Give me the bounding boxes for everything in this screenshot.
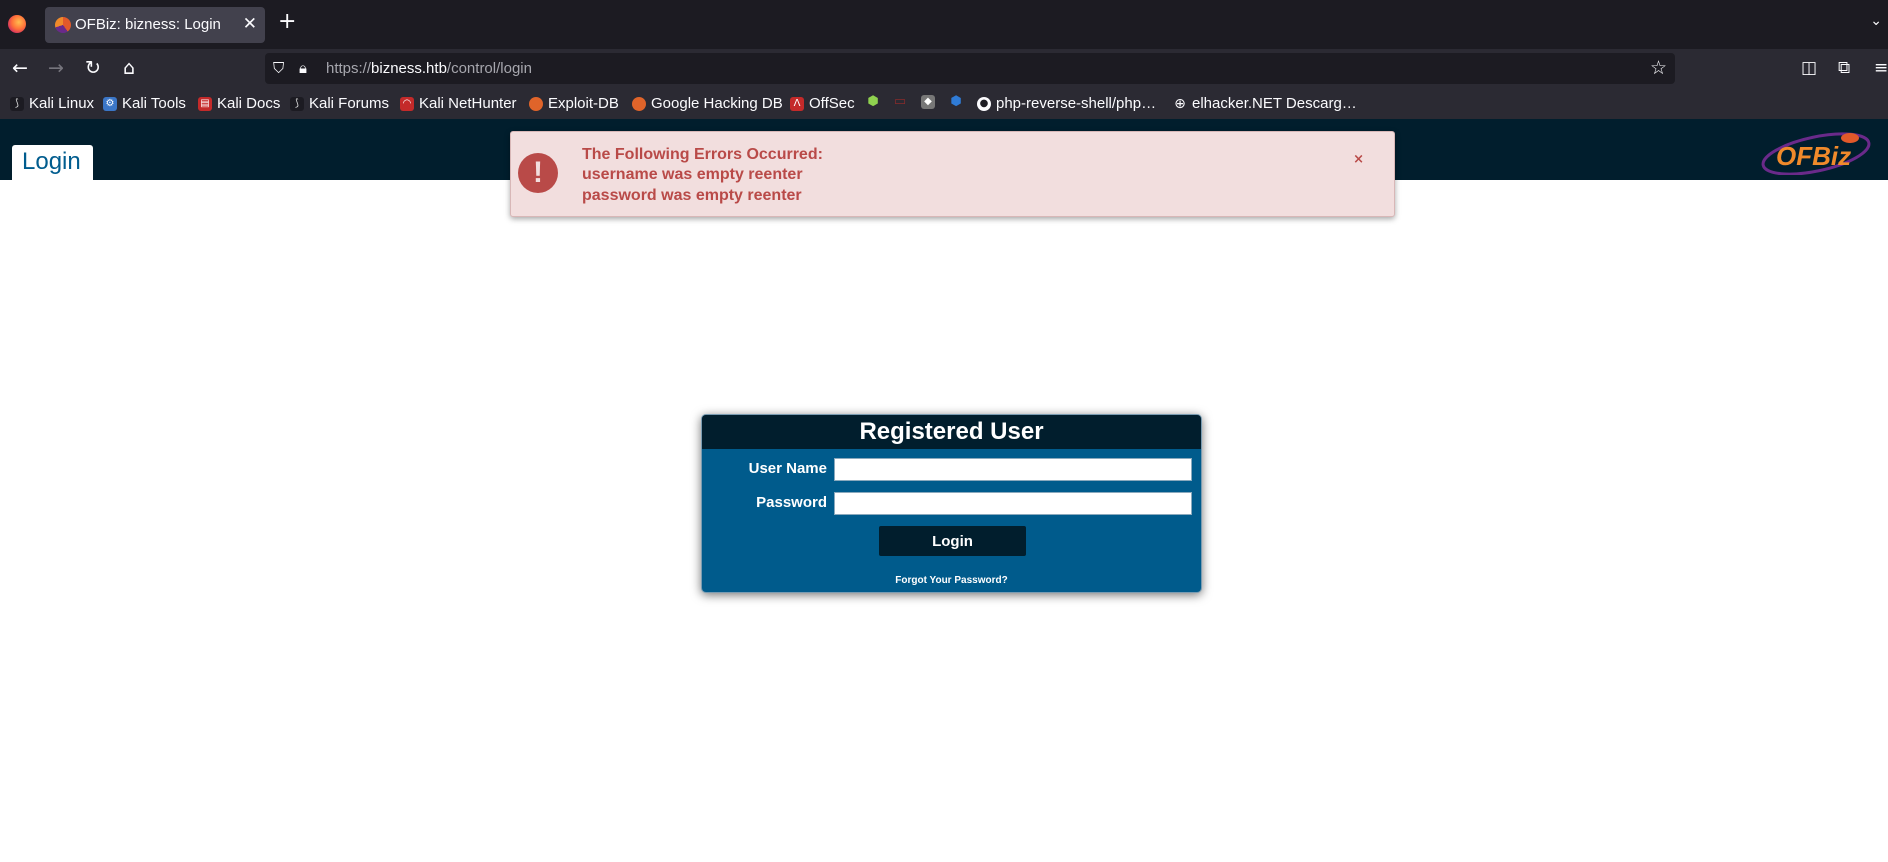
bookmark-kali-forums[interactable]: ⟆ Kali Forums — [290, 95, 389, 112]
exclamation-icon: ! — [518, 153, 558, 193]
bookmark-kali-linux[interactable]: ⟆ Kali Linux — [10, 95, 94, 112]
globe-icon: ⊕ — [1174, 95, 1186, 112]
error-alert: ! The Following Errors Occurred: usernam… — [510, 131, 1395, 217]
tab-list-chevron-icon[interactable]: ⌄ — [1870, 13, 1882, 29]
home-icon[interactable]: ⌂ — [117, 57, 141, 79]
bookmark-google-hacking-db[interactable]: Google Hacking DB — [632, 95, 783, 112]
password-label: Password — [756, 494, 827, 511]
green-cube-icon: ⬢ — [867, 94, 879, 109]
tab-close-icon[interactable]: ✕ — [243, 14, 257, 34]
lock-icon[interactable]: 🔒︎ — [299, 59, 307, 77]
url-bar[interactable]: ⛉ 🔒︎ https://bizness.htb/control/login ☆ — [265, 53, 1675, 84]
tracking-shield-icon[interactable]: ⛉ — [273, 59, 284, 77]
bookmark-blue-cube[interactable]: ⬢ — [949, 95, 968, 109]
error-message: password was empty reenter — [582, 187, 802, 204]
firefox-icon[interactable] — [8, 15, 26, 33]
cat-icon: ◆ — [921, 95, 935, 109]
bookmark-cat[interactable]: ◆ — [921, 95, 940, 109]
login-button[interactable]: Login — [879, 526, 1026, 556]
bookmark-kali-docs[interactable]: ▤ Kali Docs — [198, 95, 280, 112]
forgot-password-link[interactable]: Forgot Your Password? — [702, 575, 1201, 586]
back-arrow-icon[interactable]: ← — [8, 57, 32, 79]
kali-forums-icon: ⟆ — [290, 96, 304, 111]
tab-strip: OFBiz: bizness: Login ✕ + ⌄ — [0, 0, 1888, 49]
url-text[interactable]: https://bizness.htb/control/login — [326, 60, 532, 77]
bookmark-star-icon[interactable]: ☆ — [1650, 57, 1667, 79]
header-tab-login[interactable]: Login — [12, 145, 93, 180]
bookmark-green-cube[interactable]: ⬢ — [866, 95, 885, 109]
bookmark-php-reverse-shell[interactable]: ● php-reverse-shell/php… — [977, 95, 1156, 112]
kali-nethunter-icon: ◠ — [400, 96, 414, 111]
login-form: Registered User User Name Password Login… — [701, 414, 1202, 593]
extensions-icon[interactable]: ⧉ — [1838, 58, 1850, 78]
bookmark-elhacker[interactable]: ⊕ elhacker.NET Descarg… — [1173, 95, 1357, 112]
github-icon: ● — [977, 96, 991, 111]
error-message: username was empty reenter — [582, 166, 803, 183]
url-scheme: https:// — [326, 60, 372, 77]
password-input[interactable] — [834, 492, 1192, 515]
ofbiz-favicon-icon — [55, 17, 71, 33]
bookmark-kali-nethunter[interactable]: ◠ Kali NetHunter — [400, 95, 517, 112]
error-title: The Following Errors Occurred: — [582, 146, 823, 163]
reload-icon[interactable]: ↻ — [81, 57, 105, 79]
browser-tab[interactable]: OFBiz: bizness: Login ✕ — [45, 7, 265, 43]
username-label: User Name — [748, 460, 827, 477]
tab-title: OFBiz: bizness: Login — [75, 16, 221, 33]
kali-dragon-icon: ⟆ — [10, 96, 24, 111]
bookmarks-bar: ⟆ Kali Linux ⚙ Kali Tools ▤ Kali Docs ⟆ Kali… — [0, 89, 1888, 119]
red-chat-icon: ▭ — [893, 94, 907, 109]
bookmark-red-chat[interactable]: ▭ — [893, 95, 912, 109]
url-path: /control/login — [446, 60, 532, 77]
pocket-icon[interactable]: ◫ — [1801, 58, 1817, 78]
kali-docs-icon: ▤ — [198, 96, 212, 111]
url-host: bizness.htb — [371, 60, 447, 77]
bookmark-kali-tools[interactable]: ⚙ Kali Tools — [103, 95, 186, 112]
username-input[interactable] — [834, 458, 1192, 481]
offsec-icon: Λ — [790, 96, 804, 111]
ghdb-icon — [632, 96, 646, 111]
exploit-db-icon — [529, 96, 543, 111]
blue-cube-icon: ⬢ — [950, 94, 962, 109]
kali-tools-icon: ⚙ — [103, 96, 117, 111]
forward-arrow-icon[interactable]: → — [44, 57, 68, 79]
bookmark-exploit-db[interactable]: Exploit-DB — [529, 95, 619, 112]
new-tab-icon[interactable]: + — [278, 11, 296, 33]
header-tab-label: Login — [22, 148, 81, 175]
ofbiz-logo[interactable]: OFBiz — [1758, 129, 1878, 175]
bookmark-offsec[interactable]: Λ OffSec — [790, 95, 855, 112]
logo-text: OFBiz — [1776, 141, 1851, 171]
menu-icon[interactable]: ≡ — [1874, 58, 1888, 78]
close-icon[interactable]: × — [1353, 152, 1364, 167]
login-form-title: Registered User — [702, 415, 1201, 449]
navigation-bar: ← → ↻ ⌂ ⛉ 🔒︎ https://bizness.htb/control… — [0, 49, 1888, 89]
